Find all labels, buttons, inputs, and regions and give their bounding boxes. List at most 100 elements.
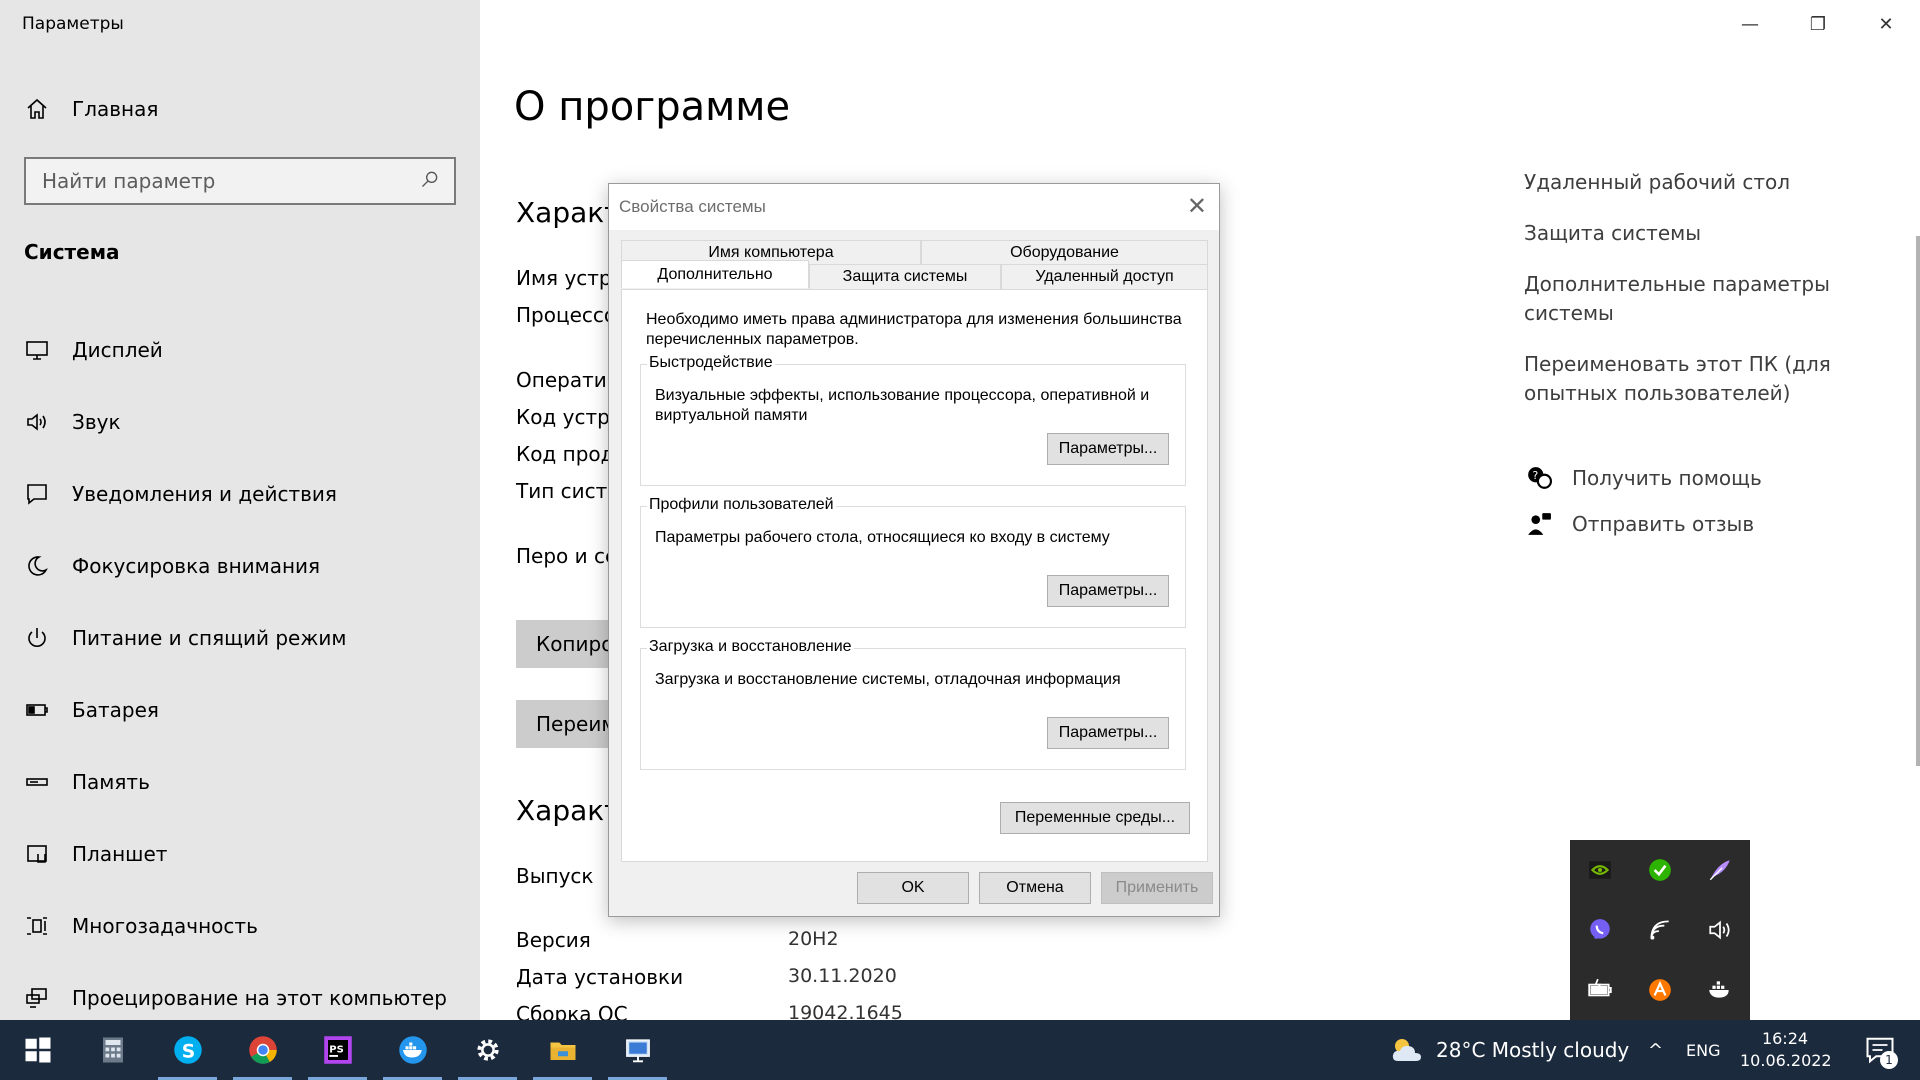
dialog-titlebar[interactable]: Свойства системы ✕: [609, 184, 1219, 230]
group-description: Загрузка и восстановление системы, отлад…: [655, 671, 1121, 688]
maximize-button[interactable]: ❐: [1784, 0, 1852, 48]
remote-desktop-icon: [625, 1039, 650, 1063]
dialog-close-icon[interactable]: ✕: [1187, 195, 1207, 219]
send-feedback-link[interactable]: Отправить отзыв: [1524, 510, 1854, 538]
weather-cloud-sun-icon: [1392, 1039, 1421, 1061]
nav-item-sound[interactable]: Звук: [0, 386, 480, 458]
search-icon: [420, 169, 440, 193]
chrome-icon: [248, 1036, 277, 1064]
scrollbar[interactable]: [1916, 236, 1920, 766]
search-placeholder: Найти параметр: [42, 169, 216, 193]
taskbar-file-explorer[interactable]: [525, 1020, 600, 1080]
taskbar: S PS 28°C Mostly cloudy ^ ENG 16:24 10.0…: [0, 1020, 1920, 1080]
link-system-protection[interactable]: Защита системы: [1524, 219, 1854, 248]
device-row: Процессо: [516, 303, 617, 327]
volume-icon[interactable]: [1690, 900, 1750, 960]
performance-settings-button[interactable]: Параметры...: [1047, 433, 1169, 465]
link-advanced-system-settings[interactable]: Дополнительные параметры системы: [1524, 270, 1854, 328]
notifications-icon: [22, 479, 52, 509]
viber-icon[interactable]: [1570, 900, 1630, 960]
dialog-tabs-bottom: Дополнительно Защита системы Удаленный д…: [621, 260, 1208, 289]
clock-date: 10.06.2022: [1740, 1051, 1832, 1070]
system-properties-dialog: Свойства системы ✕ Имя компьютера Оборуд…: [608, 183, 1220, 917]
avast-icon[interactable]: [1630, 960, 1690, 1020]
advanced-tab-panel: Необходимо иметь права администратора дл…: [621, 289, 1208, 862]
start-button[interactable]: [0, 1020, 75, 1080]
performance-group: Быстродействие Визуальные эффекты, испол…: [640, 354, 1186, 486]
ok-button[interactable]: OK: [857, 872, 969, 904]
nav-item-notifications[interactable]: Уведомления и действия: [0, 458, 480, 530]
window-controls: — ❐ ✕: [1716, 0, 1920, 48]
section-title: Система: [24, 240, 120, 264]
nav-item-power[interactable]: Питание и спящий режим: [0, 602, 480, 674]
nav-item-display[interactable]: Дисплей: [0, 314, 480, 386]
windows-start-icon: [25, 1037, 50, 1063]
calculator-icon: [102, 1037, 123, 1063]
nav-item-focus[interactable]: Фокусировка внимания: [0, 530, 480, 602]
sound-icon: [22, 407, 52, 437]
environment-variables-button[interactable]: Переменные среды...: [1000, 802, 1190, 834]
app-title: Параметры: [22, 14, 124, 34]
storage-icon: [22, 767, 52, 797]
action-center-button[interactable]: 1: [1850, 1020, 1910, 1080]
send-feedback-label: Отправить отзыв: [1572, 512, 1755, 536]
tray-overflow-popup: [1570, 840, 1750, 1020]
nav-item-battery[interactable]: Батарея: [0, 674, 480, 746]
minimize-button[interactable]: —: [1716, 0, 1784, 48]
nvidia-icon[interactable]: [1570, 840, 1630, 900]
battery-tray-icon[interactable]: [1570, 960, 1630, 1020]
language-indicator[interactable]: ENG: [1686, 1020, 1720, 1080]
wifi-icon[interactable]: [1630, 900, 1690, 960]
taskbar-settings[interactable]: [450, 1020, 525, 1080]
device-row: Имя устр: [516, 266, 612, 290]
taskbar-remote-desktop[interactable]: [600, 1020, 675, 1080]
taskbar-phpstorm[interactable]: PS: [300, 1020, 375, 1080]
cancel-button[interactable]: Отмена: [979, 872, 1091, 904]
tab-hardware[interactable]: Оборудование: [921, 240, 1208, 265]
feather-icon[interactable]: [1690, 840, 1750, 900]
close-button[interactable]: ✕: [1852, 0, 1920, 48]
apply-button[interactable]: Применить: [1101, 872, 1213, 904]
user-profiles-settings-button[interactable]: Параметры...: [1047, 575, 1169, 607]
projecting-icon: [22, 983, 52, 1013]
nav-item-storage[interactable]: Память: [0, 746, 480, 818]
windows-row-value: 30.11.2020: [788, 965, 897, 987]
nav-item-label: Многозадачность: [72, 914, 258, 938]
search-input[interactable]: Найти параметр: [24, 157, 456, 205]
taskbar-docker[interactable]: [375, 1020, 450, 1080]
nav-item-label: Планшет: [72, 842, 168, 866]
show-hidden-icons-chevron[interactable]: ^: [1648, 1020, 1663, 1080]
get-help-link[interactable]: ? Получить помощь: [1524, 464, 1854, 492]
focus-moon-icon: [22, 551, 52, 581]
windows-row-label: Дата установки: [516, 965, 684, 989]
link-remote-desktop[interactable]: Удаленный рабочий стол: [1524, 168, 1854, 197]
battery-icon: [22, 695, 52, 725]
security-check-icon[interactable]: [1630, 840, 1690, 900]
group-description: Визуальные эффекты, использование процес…: [655, 387, 1150, 424]
docker-icon[interactable]: [1690, 960, 1750, 1020]
tab-remote[interactable]: Удаленный доступ: [1001, 264, 1208, 289]
device-row: Перо и се: [516, 544, 618, 568]
user-profiles-group: Профили пользователей Параметры рабочего…: [640, 496, 1186, 628]
admin-note: Необходимо иметь права администратора дл…: [646, 311, 1182, 348]
multitasking-icon: [22, 911, 52, 941]
tab-system-protection[interactable]: Защита системы: [809, 264, 1001, 289]
link-rename-pc[interactable]: Переименовать этот ПК (для опытных польз…: [1524, 350, 1854, 408]
tab-advanced[interactable]: Дополнительно: [621, 260, 809, 288]
nav-item-label: Звук: [72, 410, 121, 434]
nav-home[interactable]: Главная: [0, 86, 480, 132]
weather-widget[interactable]: 28°C Mostly cloudy: [1390, 1020, 1629, 1080]
taskbar-skype[interactable]: S: [150, 1020, 225, 1080]
startup-recovery-settings-button[interactable]: Параметры...: [1047, 717, 1169, 749]
home-icon: [22, 94, 52, 124]
clock[interactable]: 16:24 10.06.2022: [1740, 1028, 1832, 1072]
nav-item-tablet[interactable]: Планшет: [0, 818, 480, 890]
nav-item-label: Проецирование на этот компьютер: [72, 986, 447, 1010]
group-description: Параметры рабочего стола, относящиеся ко…: [655, 529, 1110, 546]
taskbar-chrome[interactable]: [225, 1020, 300, 1080]
file-explorer-icon: [550, 1042, 575, 1060]
docker-icon: [398, 1036, 427, 1064]
windows-specs-heading: Характ: [516, 794, 621, 827]
nav-item-multitasking[interactable]: Многозадачность: [0, 890, 480, 962]
taskbar-calculator[interactable]: [75, 1020, 150, 1080]
